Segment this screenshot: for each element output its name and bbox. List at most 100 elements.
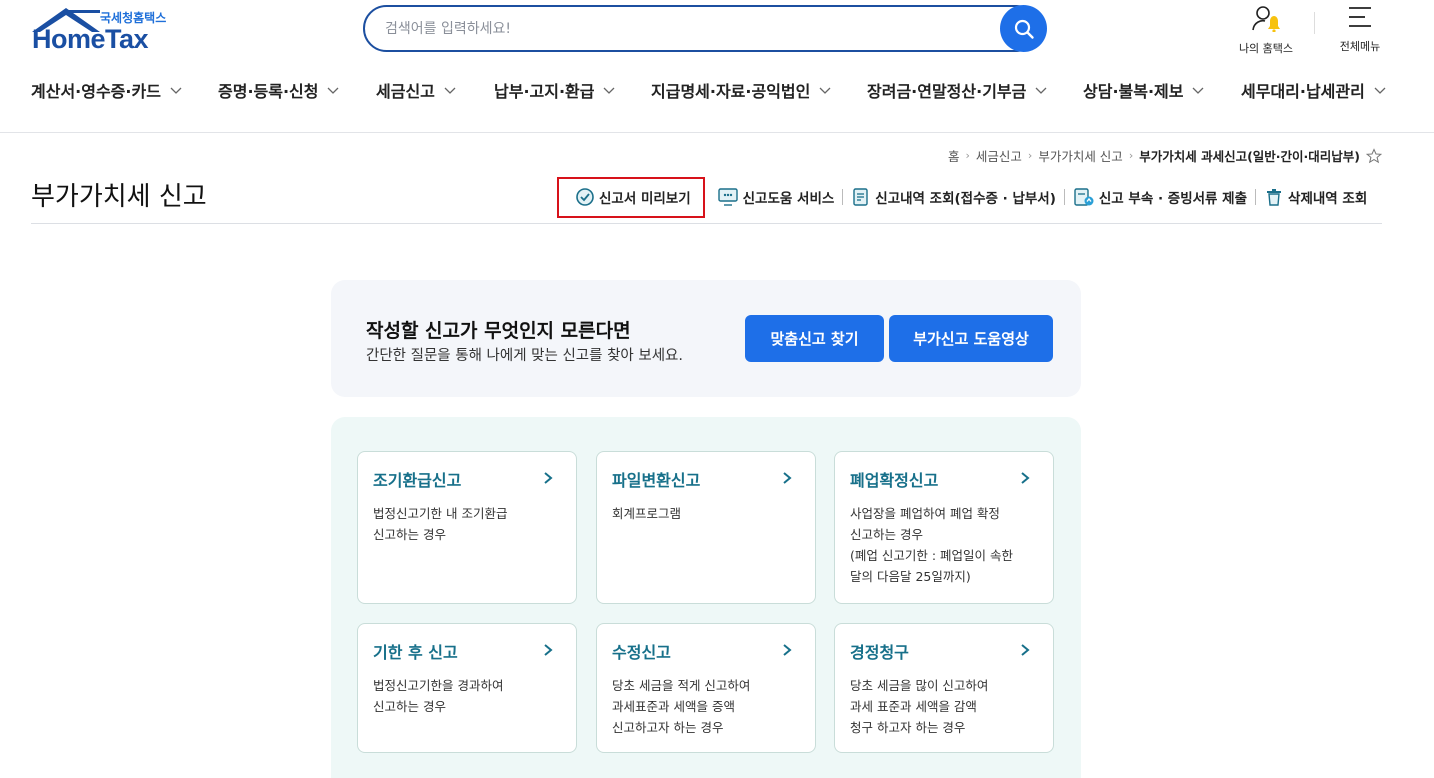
hometax-logo[interactable]: 국세청홈택스 HomeTax xyxy=(30,6,180,54)
gnb-label: 장려금·연말정산·기부금 xyxy=(867,82,1027,101)
card-desc-line: 법정신고기한 내 조기환급 xyxy=(373,506,508,521)
chevron-down-icon xyxy=(170,87,182,94)
filing-history-label: 신고내역 조회(접수증 · 납부서) xyxy=(875,191,1056,207)
search-button[interactable] xyxy=(1000,5,1047,52)
gnb-item-certificates[interactable]: 증명·등록·신청 xyxy=(218,78,340,102)
card-description: 회계프로그램 xyxy=(612,503,681,524)
gnb-label: 세무대리·납세관리 xyxy=(1241,82,1365,101)
gnb-item-statements[interactable]: 지급명세·자료·공익법인 xyxy=(651,78,832,102)
card-description: 당초 세금을 적게 신고하여 과세표준과 세액을 증액 신고하고자 하는 경우 xyxy=(612,675,750,738)
hometax-page: 국세청홈택스 HomeTax 나의 홈택스 전체메뉴 계산서·영수증·카드 xyxy=(0,0,1434,778)
card-description: 당초 세금을 많이 신고하여 과세 표준과 세액을 감액 청구 하고자 하는 경… xyxy=(850,675,988,738)
card-title: 수정신고 xyxy=(612,643,671,662)
recommend-title: 작성할 신고가 무엇인지 모른다면 xyxy=(366,320,631,342)
page-title: 부가가치세 신고 xyxy=(31,182,207,212)
gnb-label: 증명·등록·신청 xyxy=(218,82,319,101)
breadcrumb-separator: › xyxy=(965,149,970,162)
card-desc-line: 과세 표준과 세액을 감액 xyxy=(850,699,977,714)
find-filing-button[interactable]: 맞춤신고 찾기 xyxy=(745,315,884,362)
all-menu-button[interactable]: 전체메뉴 xyxy=(1330,4,1390,54)
card-amended-filing[interactable]: 수정신고 당초 세금을 적게 신고하여 과세표준과 세액을 증액 신고하고자 하… xyxy=(596,623,816,753)
chevron-down-icon xyxy=(328,87,339,94)
chevron-down-icon xyxy=(1035,87,1047,94)
card-desc-line: 당초 세금을 적게 신고하여 xyxy=(612,678,751,693)
card-file-conversion[interactable]: 파일변환신고 회계프로그램 xyxy=(596,451,816,604)
search-input[interactable] xyxy=(385,17,985,41)
gnb-item-tax-filing[interactable]: 세금신고 xyxy=(376,78,457,102)
card-desc-line: 과세표준과 세액을 증액 xyxy=(612,699,735,714)
gnb-label: 세금신고 xyxy=(376,82,435,101)
card-description: 사업장을 폐업하여 폐업 확정 신고하는 경우 (폐업 신고기한 : 폐업일이 … xyxy=(850,503,1013,587)
card-title: 폐업확정신고 xyxy=(850,471,939,490)
gnb-item-tax-agent[interactable]: 세무대리·납세관리 xyxy=(1241,78,1387,102)
chevron-down-icon xyxy=(819,87,831,94)
chevron-right-icon xyxy=(783,644,792,656)
card-description: 법정신고기한을 경과하여 신고하는 경우 xyxy=(373,675,503,717)
gnb-label: 계산서·영수증·카드 xyxy=(31,82,161,101)
card-late-filing[interactable]: 기한 후 신고 법정신고기한을 경과하여 신고하는 경우 xyxy=(357,623,577,753)
card-desc-line: 당초 세금을 많이 신고하여 xyxy=(850,678,989,693)
preview-form-label: 신고서 미리보기 xyxy=(599,191,691,207)
document-upload-icon xyxy=(1074,188,1094,206)
title-divider xyxy=(31,223,1382,224)
card-desc-line: 법정신고기한을 경과하여 xyxy=(373,678,504,693)
my-hometax-button[interactable]: 나의 홈택스 xyxy=(1230,4,1302,56)
filing-help-label: 신고도움 서비스 xyxy=(742,191,835,207)
search-bar xyxy=(363,5,1039,52)
card-closure-filing[interactable]: 폐업확정신고 사업장을 폐업하여 폐업 확정 신고하는 경우 (폐업 신고기한 … xyxy=(834,451,1054,604)
gnb-item-payment[interactable]: 납부·고지·환급 xyxy=(494,78,616,102)
help-video-button[interactable]: 부가신고 도움영상 xyxy=(889,315,1053,362)
user-bell-icon xyxy=(1252,6,1280,33)
filing-history-link[interactable]: 신고내역 조회(접수증 · 납부서) xyxy=(843,187,1064,207)
main-navigation: 계산서·영수증·카드 증명·등록·신청 세금신고 납부·고지·환급 지급명세·자… xyxy=(0,78,1434,108)
card-title: 파일변환신고 xyxy=(612,471,701,490)
preview-check-icon xyxy=(576,188,594,206)
card-desc-line: 신고하고자 하는 경우 xyxy=(612,720,724,735)
recommend-banner: 작성할 신고가 무엇인지 모른다면 간단한 질문을 통해 나에게 맞는 신고를 … xyxy=(331,280,1081,397)
logo-wordmark: HomeTax xyxy=(32,24,149,54)
card-desc-line: (폐업 신고기한 : 폐업일이 속한 xyxy=(850,548,1013,563)
submit-documents-link[interactable]: 신고 부속 · 증빙서류 제출 xyxy=(1065,187,1255,207)
preview-form-link[interactable]: 신고서 미리보기 xyxy=(557,176,705,218)
filing-help-link[interactable]: 신고도움 서비스 xyxy=(709,187,843,207)
document-list-icon xyxy=(853,188,868,206)
breadcrumb-home[interactable]: 홈 xyxy=(948,146,960,165)
nav-divider xyxy=(0,132,1434,133)
card-desc-line: 신고하는 경우 xyxy=(373,699,446,714)
gnb-item-consulting[interactable]: 상담·불복·제보 xyxy=(1083,78,1205,102)
card-correction-claim[interactable]: 경정청구 당초 세금을 많이 신고하여 과세 표준과 세액을 감액 청구 하고자… xyxy=(834,623,1054,753)
star-icon[interactable] xyxy=(1366,147,1382,164)
chevron-down-icon xyxy=(1193,87,1204,94)
card-title: 경정청구 xyxy=(850,643,909,662)
hamburger-icon xyxy=(1349,7,1371,27)
card-early-refund[interactable]: 조기환급신고 법정신고기한 내 조기환급 신고하는 경우 xyxy=(357,451,577,604)
breadcrumb-vat[interactable]: 부가가치세 신고 xyxy=(1038,146,1122,165)
recommend-subtitle: 간단한 질문을 통해 나에게 맞는 신고를 찾아 보세요. xyxy=(366,348,684,364)
my-hometax-label: 나의 홈택스 xyxy=(1238,42,1294,55)
chevron-down-icon xyxy=(604,87,615,94)
quick-links: 신고서 미리보기 신고도움 서비스 신고내역 조회(접수증 · 납부서) 신고 … xyxy=(557,176,1375,218)
card-title: 기한 후 신고 xyxy=(373,643,458,662)
deleted-history-link[interactable]: 삭제내역 조회 xyxy=(1256,187,1375,207)
breadcrumb-separator: › xyxy=(1128,149,1134,162)
card-desc-line: 신고하는 경우 xyxy=(373,527,446,542)
deleted-history-label: 삭제내역 조회 xyxy=(1288,191,1368,207)
chevron-down-icon xyxy=(444,87,456,94)
gnb-label: 납부·고지·환급 xyxy=(494,82,595,101)
breadcrumb-current: 부가가치세 과세신고(일반·간이·대리납부) xyxy=(1139,149,1360,164)
search-icon xyxy=(1014,19,1034,39)
card-desc-line: 사업장을 폐업하여 폐업 확정 xyxy=(850,506,1000,521)
gnb-item-incentives[interactable]: 장려금·연말정산·기부금 xyxy=(867,78,1048,102)
breadcrumb: 홈 › 세금신고 › 부가가치세 신고 › 부가가치세 과세신고(일반·간이·대… xyxy=(948,146,1382,165)
gnb-item-receipts[interactable]: 계산서·영수증·카드 xyxy=(31,78,183,102)
gnb-label: 상담·불복·제보 xyxy=(1083,82,1184,101)
chevron-right-icon xyxy=(783,472,792,484)
chevron-right-icon xyxy=(544,644,553,656)
card-description: 법정신고기한 내 조기환급 신고하는 경우 xyxy=(373,503,507,545)
chevron-right-icon xyxy=(544,472,553,484)
card-desc-line: 청구 하고자 하는 경우 xyxy=(850,720,966,735)
breadcrumb-tax-filing[interactable]: 세금신고 xyxy=(976,146,1022,165)
breadcrumb-separator: › xyxy=(1027,149,1033,162)
chevron-right-icon xyxy=(1021,644,1030,656)
chevron-down-icon xyxy=(1374,87,1386,94)
